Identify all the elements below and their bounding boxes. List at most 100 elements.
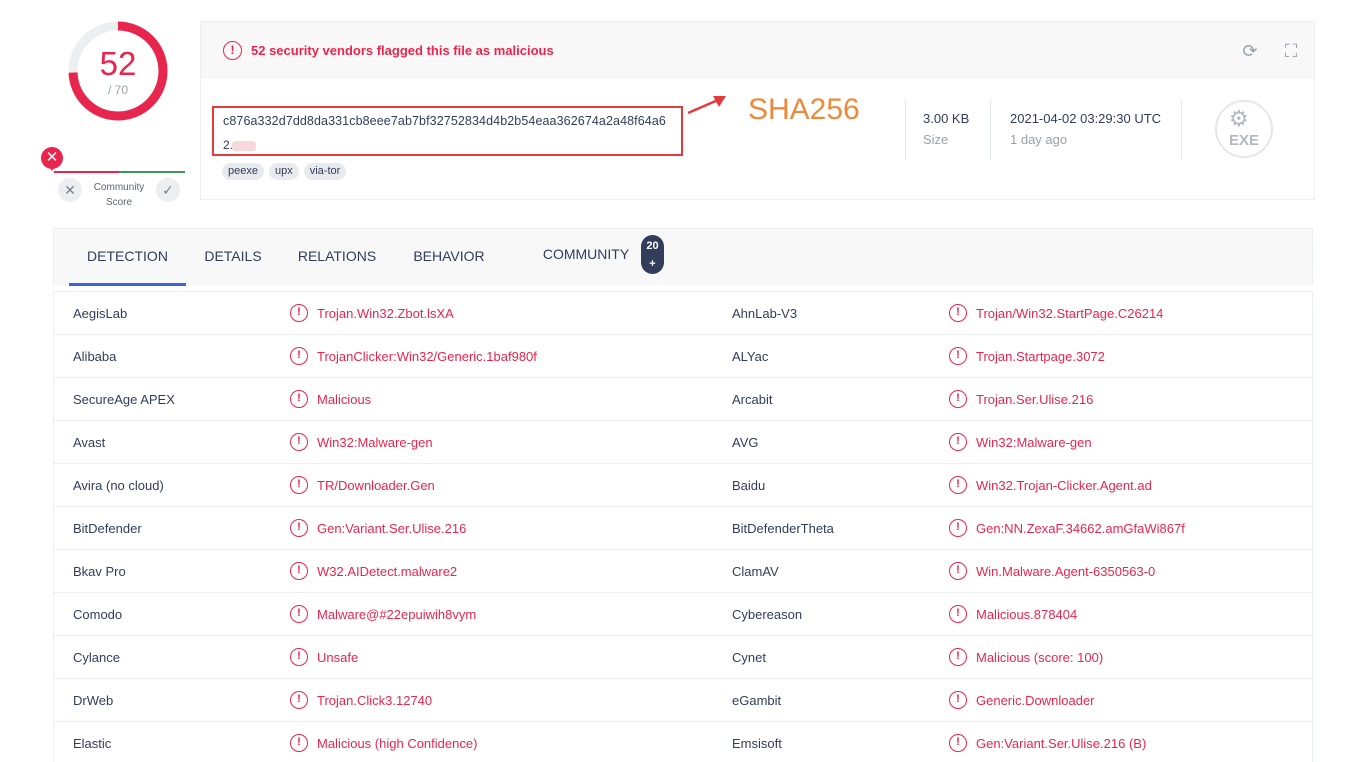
community-score-bar-positive <box>119 171 185 173</box>
vendor-name: Avira (no cloud) <box>73 478 164 493</box>
vendor-name: Elastic <box>73 736 112 751</box>
malicious-icon: ! <box>949 562 967 580</box>
file-size: 3.00 KB <box>923 111 970 126</box>
malicious-icon: ! <box>949 648 967 666</box>
detection-result: Trojan.Click3.12740 <box>317 693 433 708</box>
community-count-badge: 20 + <box>641 235 664 274</box>
vendor-name: AhnLab-V3 <box>732 306 798 321</box>
file-tags: peexe upx via-tor <box>222 163 347 180</box>
table-row: Cylance! Unsafe Cynet! Malicious (score: 10… <box>54 636 1312 679</box>
vendor-name: Baidu <box>732 478 766 493</box>
reanalyze-icon[interactable]: ⟳ <box>1238 39 1262 63</box>
vendor-name: Cybereason <box>732 607 803 622</box>
vendor-name: AegisLab <box>73 306 128 321</box>
file-hash-highlight: c876a332d7dd8da331cb8eee7ab7bf32752834d4… <box>212 106 683 156</box>
tab-details[interactable]: DETAILS <box>195 229 271 286</box>
detection-score-gauge: 52 / 70 <box>66 19 170 123</box>
malicious-icon: ! <box>290 734 308 752</box>
table-row: BitDefender! Gen:Variant.Ser.Ulise.216 Bit… <box>54 507 1312 550</box>
detection-result: Win32:Malware-gen <box>976 435 1092 450</box>
malicious-icon: ! <box>949 347 967 365</box>
similar-files-icon[interactable]: ⛶ <box>1279 39 1303 63</box>
community-score-bar-negative <box>54 171 119 173</box>
vendor-name: Alibaba <box>73 349 117 364</box>
vendor-name: eGambit <box>732 693 782 708</box>
detection-result: Trojan/Win32.StartPage.C26214 <box>976 306 1164 321</box>
tag-via-tor[interactable]: via-tor <box>303 163 347 180</box>
table-row: Avast! Win32:Malware-gen AVG! Win32:Malware… <box>54 421 1312 464</box>
malicious-icon: ! <box>949 304 967 322</box>
malicious-icon: ! <box>290 304 308 322</box>
report-tabs: DETECTION DETAILS RELATIONS BEHAVIOR COM… <box>53 228 1313 286</box>
vendor-name: SecureAge APEX <box>73 392 175 407</box>
table-row: DrWeb! Trojan.Click3.12740 eGambit! Generic… <box>54 679 1312 722</box>
detection-result: W32.AIDetect.malware2 <box>317 564 458 579</box>
detection-result: Gen:Variant.Ser.Ulise.216 <box>317 521 467 536</box>
file-size-label: Size <box>923 132 949 147</box>
vendor-name: BitDefender <box>73 521 142 536</box>
table-row: Bkav Pro! W32.AIDetect.malware2 ClamAV! Win… <box>54 550 1312 593</box>
detection-result: Win.Malware.Agent-6350563-0 <box>976 564 1156 579</box>
malicious-icon: ! <box>290 519 308 537</box>
vendor-name: Avast <box>73 435 106 450</box>
malicious-icon: ! <box>949 433 967 451</box>
detection-result: Malicious.878404 <box>976 607 1078 622</box>
divider <box>905 100 906 160</box>
detection-result: Gen:NN.ZexaF.34662.amGfaWi867f <box>976 521 1185 536</box>
vendor-name: BitDefenderTheta <box>732 521 834 536</box>
malicious-icon: ! <box>949 734 967 752</box>
table-row: SecureAge APEX! Malicious Arcabit! Trojan.S… <box>54 378 1312 421</box>
file-summary-card: ! 52 security vendors flagged this file … <box>200 21 1315 200</box>
detections-table: AegisLab! Trojan.Win32.Zbot.lsXA AhnLab-V3… <box>53 291 1313 762</box>
vendor-name: Emsisoft <box>732 736 782 751</box>
file-type-icon: ⚙ EXE <box>1215 100 1273 158</box>
detection-count: 52 <box>99 45 137 82</box>
vendor-name: Cynet <box>732 650 766 665</box>
table-row: Alibaba! TrojanClicker:Win32/Generic.1baf… <box>54 335 1312 378</box>
tab-relations[interactable]: RELATIONS <box>290 229 384 286</box>
malicious-icon: ! <box>949 476 967 494</box>
malicious-icon: ! <box>949 390 967 408</box>
alert-text: 52 security vendors flagged this file as… <box>251 43 554 58</box>
detection-result: Generic.Downloader <box>976 693 1095 708</box>
tag-peexe[interactable]: peexe <box>222 163 264 180</box>
malicious-icon: ! <box>290 390 308 408</box>
vendor-name: ClamAV <box>732 564 779 579</box>
vendor-name: DrWeb <box>73 693 114 708</box>
detection-result: Trojan.Ser.Ulise.216 <box>976 392 1094 407</box>
vote-harmless-button[interactable]: ✓ <box>156 178 180 202</box>
malicious-icon: ! <box>290 347 308 365</box>
malicious-icon: ! <box>949 605 967 623</box>
vendor-name: Arcabit <box>732 392 773 407</box>
engine-total: / 70 <box>107 83 128 97</box>
table-row: Avira (no cloud)! TR/Downloader.Gen Baidu!… <box>54 464 1312 507</box>
malicious-icon: ! <box>949 691 967 709</box>
vendor-name: Cylance <box>73 650 120 665</box>
community-score-label: Community Score <box>93 182 145 208</box>
table-row: Comodo! Malware@#22epuiwih8vym Cybereason!… <box>54 593 1312 636</box>
tab-community[interactable]: COMMUNITY <box>531 229 641 286</box>
detection-result: Trojan.Startpage.3072 <box>976 349 1105 364</box>
vendor-name: AVG <box>732 435 759 450</box>
sha256-annotation: SHA256 <box>748 93 860 126</box>
malicious-icon: ! <box>290 476 308 494</box>
vote-harmful-button[interactable]: ✕ <box>58 178 82 202</box>
file-hash[interactable]: c876a332d7dd8da331cb8eee7ab7bf32752834d4… <box>223 114 666 128</box>
detection-result: Malware@#22epuiwih8vym <box>317 607 477 622</box>
tag-upx[interactable]: upx <box>268 163 299 180</box>
detection-result: Malicious (high Confidence) <box>317 736 478 751</box>
alert-icon: ! <box>223 41 242 60</box>
tab-behavior[interactable]: BEHAVIOR <box>403 229 495 286</box>
alert-banner: ! 52 security vendors flagged this file … <box>201 22 1314 79</box>
analysis-date-relative: 1 day ago <box>1010 132 1068 147</box>
detection-result: Malicious <box>317 392 372 407</box>
file-type-label: EXE <box>1228 132 1259 149</box>
table-row: AegisLab! Trojan.Win32.Zbot.lsXA AhnLab-V3… <box>54 292 1312 335</box>
gear-icon: ⚙ <box>1229 106 1249 131</box>
tab-detection[interactable]: DETECTION <box>69 229 186 286</box>
redacted-text <box>232 141 256 151</box>
detection-result: Gen:Variant.Ser.Ulise.216 (B) <box>976 736 1147 751</box>
malicious-icon: ! <box>290 605 308 623</box>
vendor-name: ALYac <box>732 349 769 364</box>
malicious-icon: ! <box>290 691 308 709</box>
